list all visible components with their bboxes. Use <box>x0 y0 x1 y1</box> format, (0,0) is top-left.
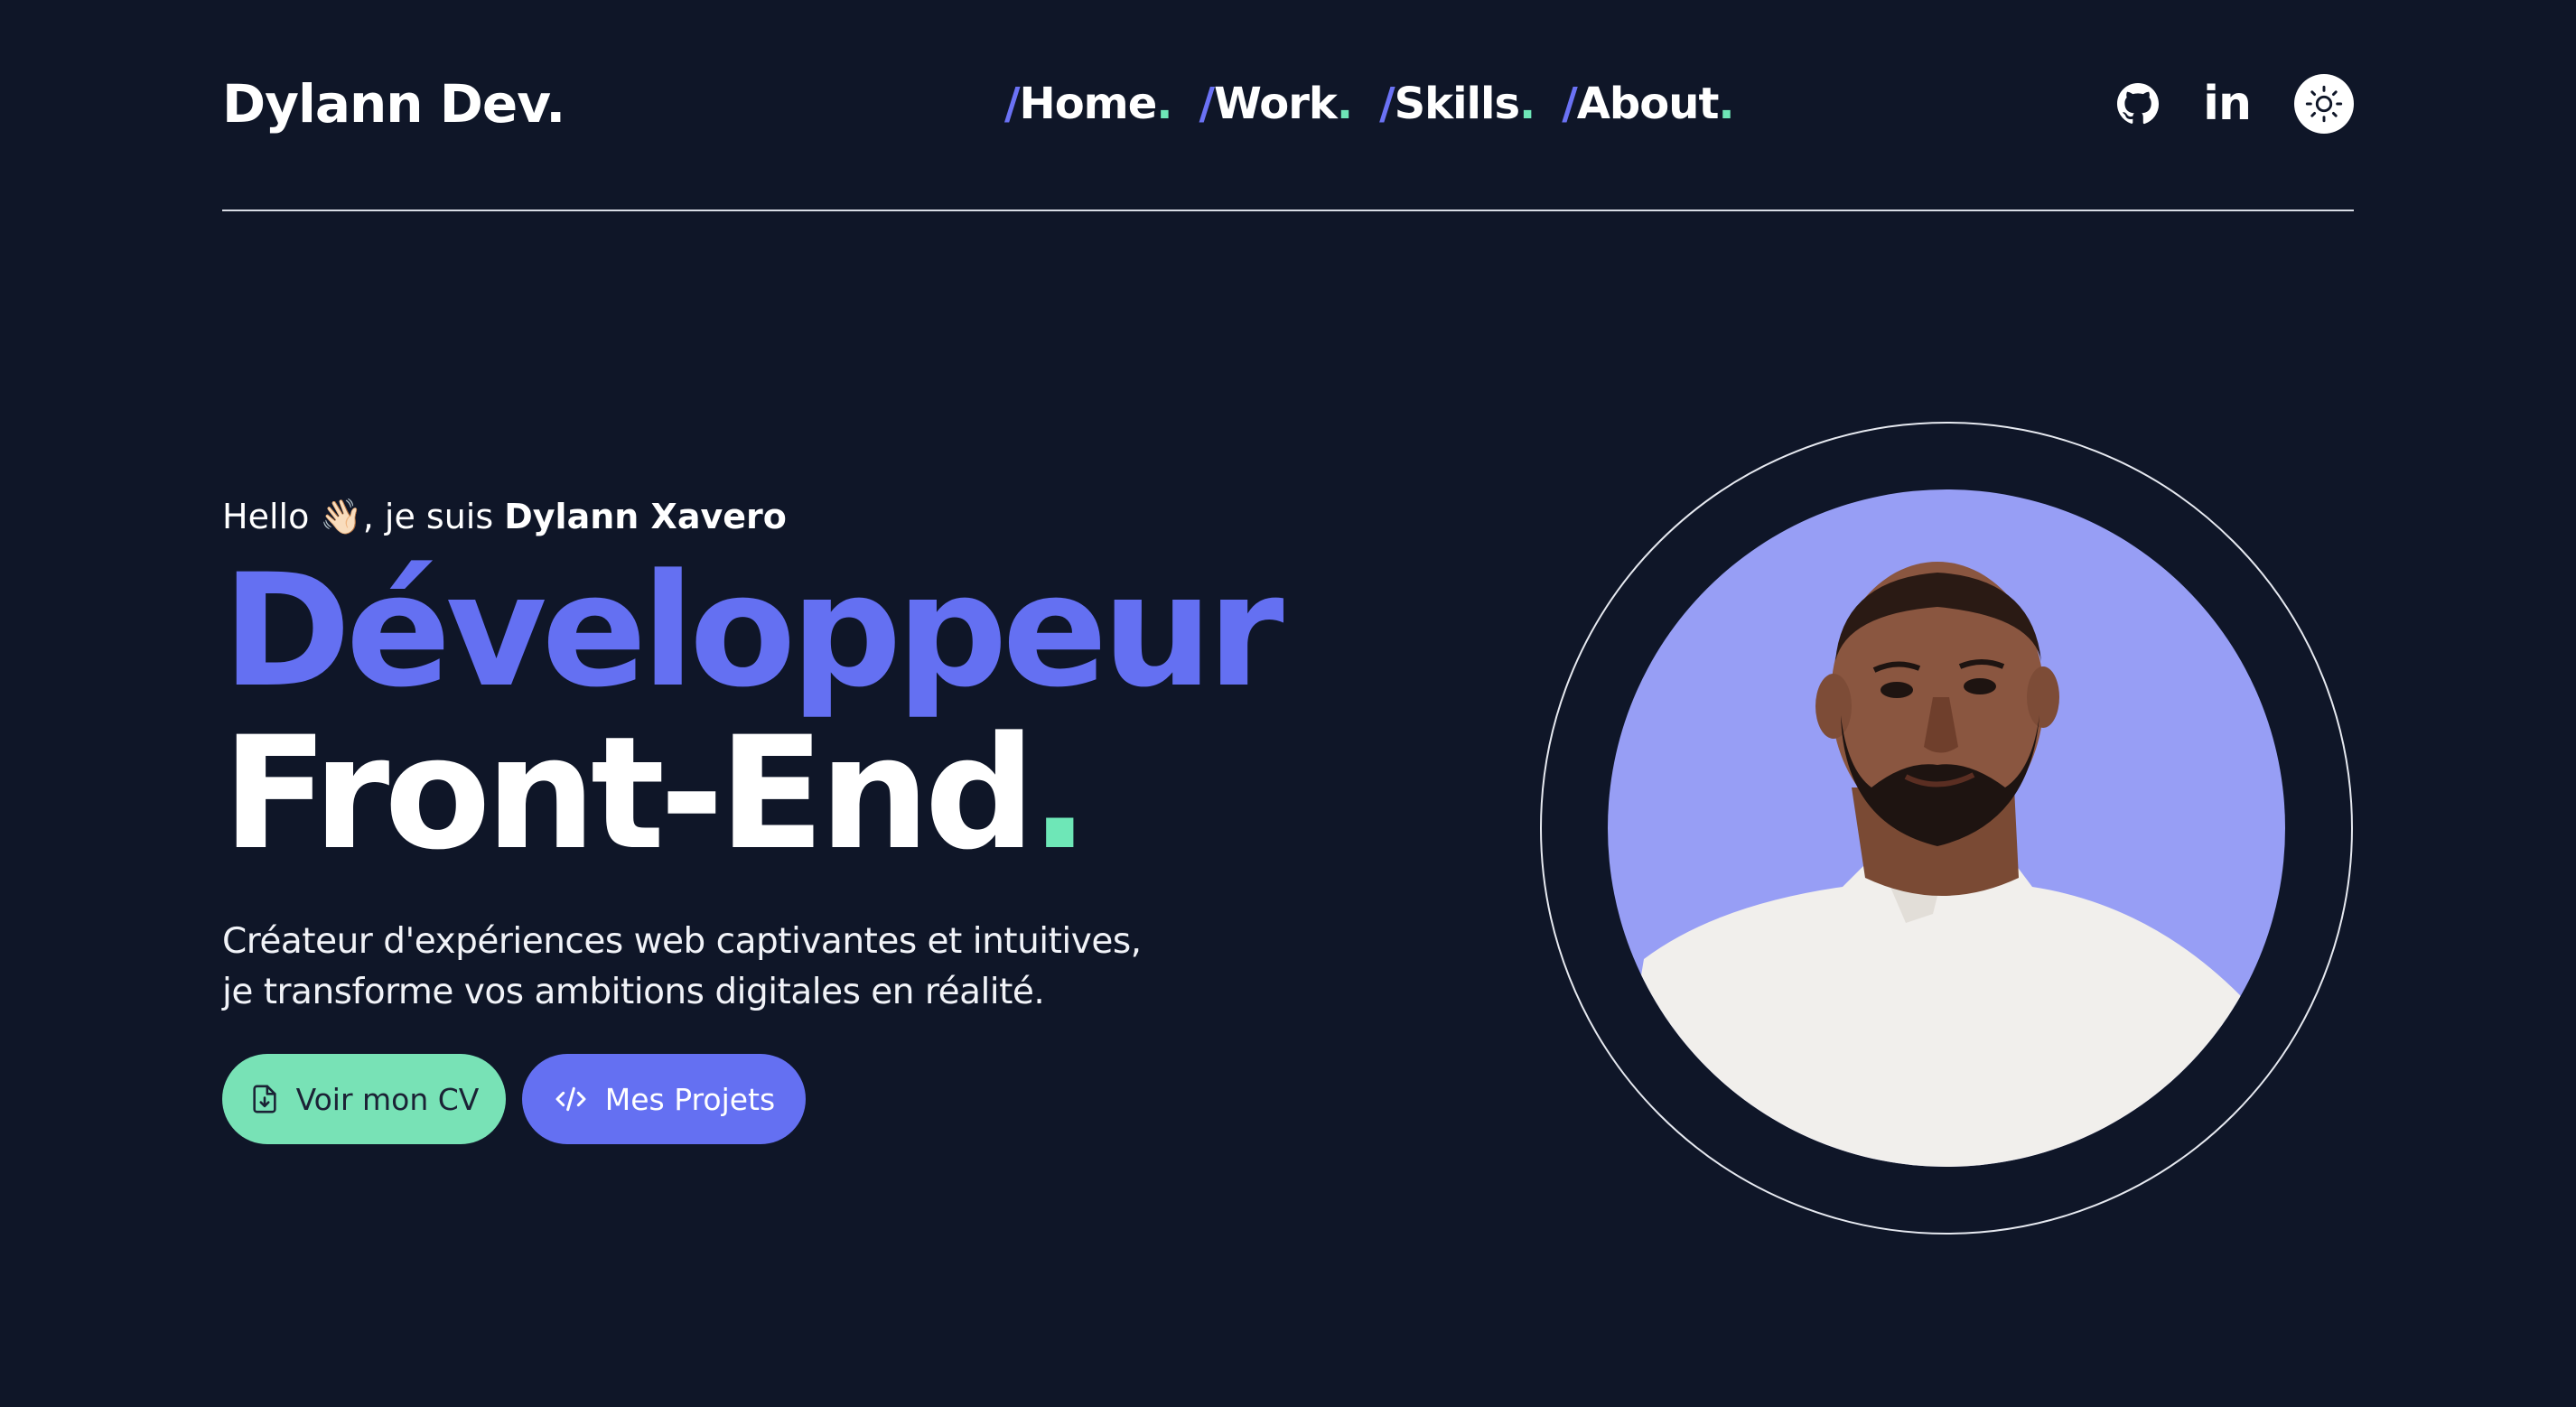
greeting-name: Dylann Xavero <box>504 497 787 536</box>
nav-dot: . <box>1336 79 1353 129</box>
main-nav: /Home. /Work. /Skills. /About. <box>1004 54 1735 154</box>
code-icon <box>555 1086 586 1112</box>
nav-label: Work <box>1214 79 1338 129</box>
header-divider <box>222 210 2354 211</box>
hero-intro: Hello 👋🏻, je suis Dylann Xavero Développ… <box>222 497 1396 1144</box>
nav-dot: . <box>1156 79 1172 129</box>
nav-label: Home <box>1019 79 1158 129</box>
site-header: Dylann Dev. /Home. /Work. /Skills. /Abou… <box>222 54 2354 154</box>
nav-slash: / <box>1562 79 1578 129</box>
description-line: Créateur d'expériences web captivantes e… <box>222 921 1142 962</box>
waving-hand-icon: 👋🏻 <box>320 497 363 536</box>
hero-title-line2: Front-End. <box>222 713 1396 875</box>
nav-dot: . <box>1519 79 1535 129</box>
theme-toggle-button[interactable] <box>2294 74 2354 134</box>
description-line: je transforme vos ambitions digitales en… <box>222 972 1045 1012</box>
nav-slash: / <box>1379 79 1395 129</box>
hero-title-text: Front-End <box>222 703 1036 884</box>
profile-photo-illustration <box>1609 562 2285 1167</box>
github-link[interactable] <box>2116 82 2160 126</box>
download-file-icon <box>252 1085 276 1113</box>
hero-buttons: Voir mon CV Mes Projets <box>222 1054 1396 1144</box>
page: Dylann Dev. /Home. /Work. /Skills. /Abou… <box>0 0 2576 1407</box>
nav-item-work[interactable]: /Work. <box>1199 79 1353 129</box>
hero-description: Créateur d'expériences web captivantes e… <box>222 917 1396 1018</box>
nav-label: Skills <box>1394 79 1520 129</box>
hero-title-line1: Développeur <box>222 540 1284 722</box>
projects-button[interactable]: Mes Projets <box>522 1054 806 1144</box>
sun-icon <box>2305 85 2343 123</box>
projects-label: Mes Projets <box>604 1081 776 1117</box>
nav-item-skills[interactable]: /Skills. <box>1379 79 1535 129</box>
nav-item-home[interactable]: /Home. <box>1004 79 1172 129</box>
brand-logo[interactable]: Dylann Dev. <box>222 73 565 135</box>
github-icon <box>2117 83 2160 125</box>
linkedin-link[interactable]: in <box>2203 77 2252 131</box>
nav-label: About <box>1576 79 1720 129</box>
greeting-prefix: Hello <box>222 497 321 536</box>
hero-title-dot: . <box>1030 703 1089 884</box>
linkedin-icon: in <box>2203 77 2252 131</box>
nav-dot: . <box>1718 79 1734 129</box>
view-cv-button[interactable]: Voir mon CV <box>222 1054 506 1144</box>
profile-photo <box>1608 489 2285 1167</box>
nav-slash: / <box>1004 79 1021 129</box>
greeting: Hello 👋🏻, je suis Dylann Xavero <box>222 497 1396 537</box>
nav-item-about[interactable]: /About. <box>1562 79 1734 129</box>
greeting-middle: , je suis <box>362 497 505 536</box>
header-actions: in <box>2116 74 2354 134</box>
nav-slash: / <box>1199 79 1215 129</box>
view-cv-label: Voir mon CV <box>295 1081 480 1117</box>
